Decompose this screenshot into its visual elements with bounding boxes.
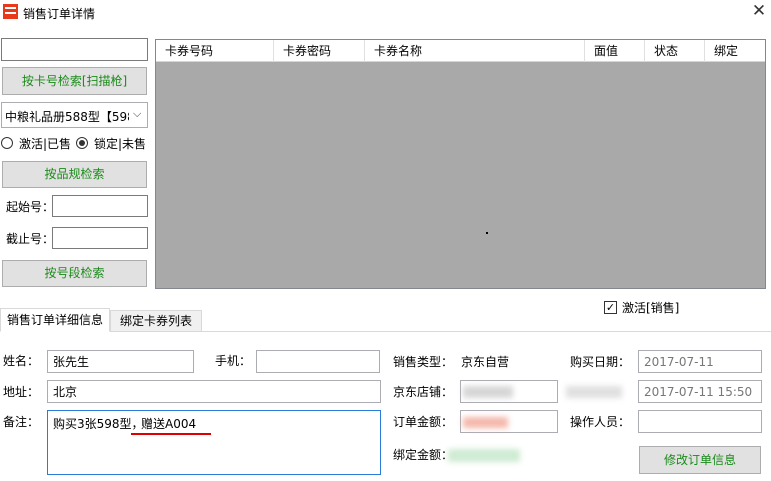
amount-redacted [463,417,508,428]
operator-field[interactable] [638,410,762,433]
column-card-password[interactable]: 卡券密码 [274,40,365,62]
title-bar: 销售订单详情 ✕ [0,0,771,24]
column-card-number[interactable]: 卡券号码 [156,40,274,62]
buy-date-label: 购买日期： [570,355,631,369]
window-title: 销售订单详情 [23,7,96,21]
store-field[interactable] [460,380,558,403]
order-amount-field[interactable] [460,410,558,433]
start-number-input[interactable] [52,195,148,217]
bind-amount-redacted [448,449,520,462]
end-number-input[interactable] [52,227,148,249]
column-face-value[interactable]: 面值 [585,40,645,62]
tab-order-details[interactable]: 销售订单详细信息 [0,308,110,332]
sale-type-value: 京东自营 [461,355,510,369]
product-select-value: 中粮礼品册588型【598 [5,110,129,124]
red-underline-mark [131,433,211,435]
search-by-spec-button[interactable]: 按品规检索 [2,161,147,188]
store-label: 京东店铺： [393,385,454,399]
redacted-label [566,386,622,398]
remark-text: 购买3张598型， [53,417,144,431]
name-field[interactable]: 张先生 [47,350,194,373]
column-bind[interactable]: 绑定 [705,40,765,62]
phone-label: 手机： [215,354,252,368]
operator-label: 操作人员： [570,415,631,429]
store-redacted [463,386,513,398]
radio-active-sold-label: 激活|已售 [19,137,72,151]
sale-type-label: 销售类型： [393,355,454,369]
product-select[interactable]: 中粮礼品册588型【598 ⌵ [1,102,148,128]
bind-amount-label: 绑定金额： [393,448,454,462]
remark-label: 备注： [3,415,40,429]
search-by-range-button[interactable]: 按号段检索 [2,260,147,287]
radio-active-sold[interactable] [1,137,13,149]
address-field[interactable]: 北京 [47,380,381,403]
datetime-field[interactable]: 2017-07-11 15:50 [638,380,762,403]
app-icon [3,4,18,19]
card-number-input[interactable] [1,38,148,61]
remark-highlight-text: 赠送A004 [141,417,197,431]
address-label: 地址： [3,385,40,399]
tab-bound-cards[interactable]: 绑定卡券列表 [110,310,202,332]
activate-sale-checkbox[interactable]: ✓ [604,301,617,314]
column-status[interactable]: 状态 [645,40,705,62]
modify-order-button[interactable]: 修改订单信息 [639,446,761,474]
close-icon[interactable]: ✕ [749,1,769,21]
name-label: 姓名： [3,354,40,368]
radio-locked-unsold[interactable] [76,137,88,149]
buy-date-field[interactable]: 2017-07-11 [638,350,762,373]
activate-sale-label: 激活[销售] [622,301,680,315]
grid-header: 卡券号码 卡券密码 卡券名称 面值 状态 绑定 [156,40,765,62]
card-grid[interactable]: 卡券号码 卡券密码 卡券名称 面值 状态 绑定 [155,39,766,289]
phone-field[interactable] [256,350,380,373]
grid-cursor-dot [486,232,488,234]
end-number-label: 截止号： [6,232,55,246]
chevron-down-icon: ⌵ [133,107,142,120]
start-number-label: 起始号： [6,200,55,214]
order-amount-label: 订单金额： [393,415,454,429]
radio-locked-unsold-label: 锁定|未售 [94,137,147,151]
remark-field[interactable]: 购买3张598型， 赠送A004 [47,410,381,475]
column-card-name[interactable]: 卡券名称 [365,40,585,62]
search-by-card-button[interactable]: 按卡号检索[扫描枪] [2,67,147,95]
